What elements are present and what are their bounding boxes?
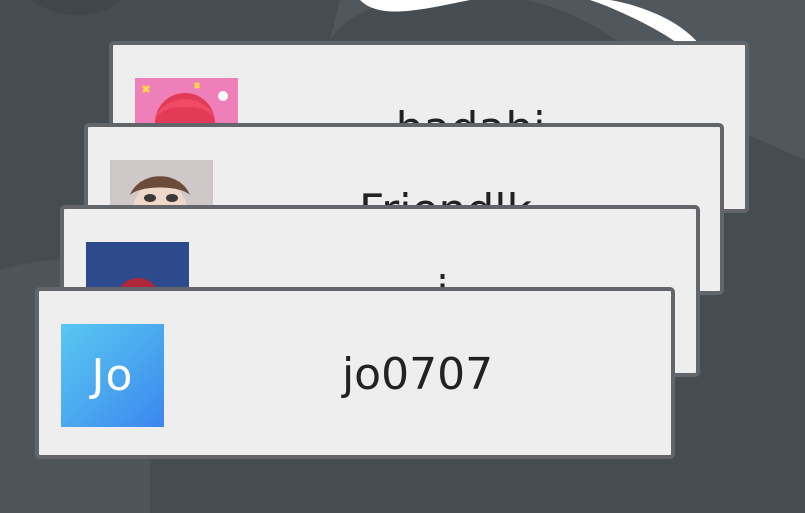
account-card-4[interactable]: Jo jo0707 bbox=[35, 287, 675, 459]
initials-avatar: Jo bbox=[61, 324, 164, 427]
avatar-initials: Jo bbox=[91, 350, 134, 401]
account-name: jo0707 bbox=[341, 349, 494, 400]
